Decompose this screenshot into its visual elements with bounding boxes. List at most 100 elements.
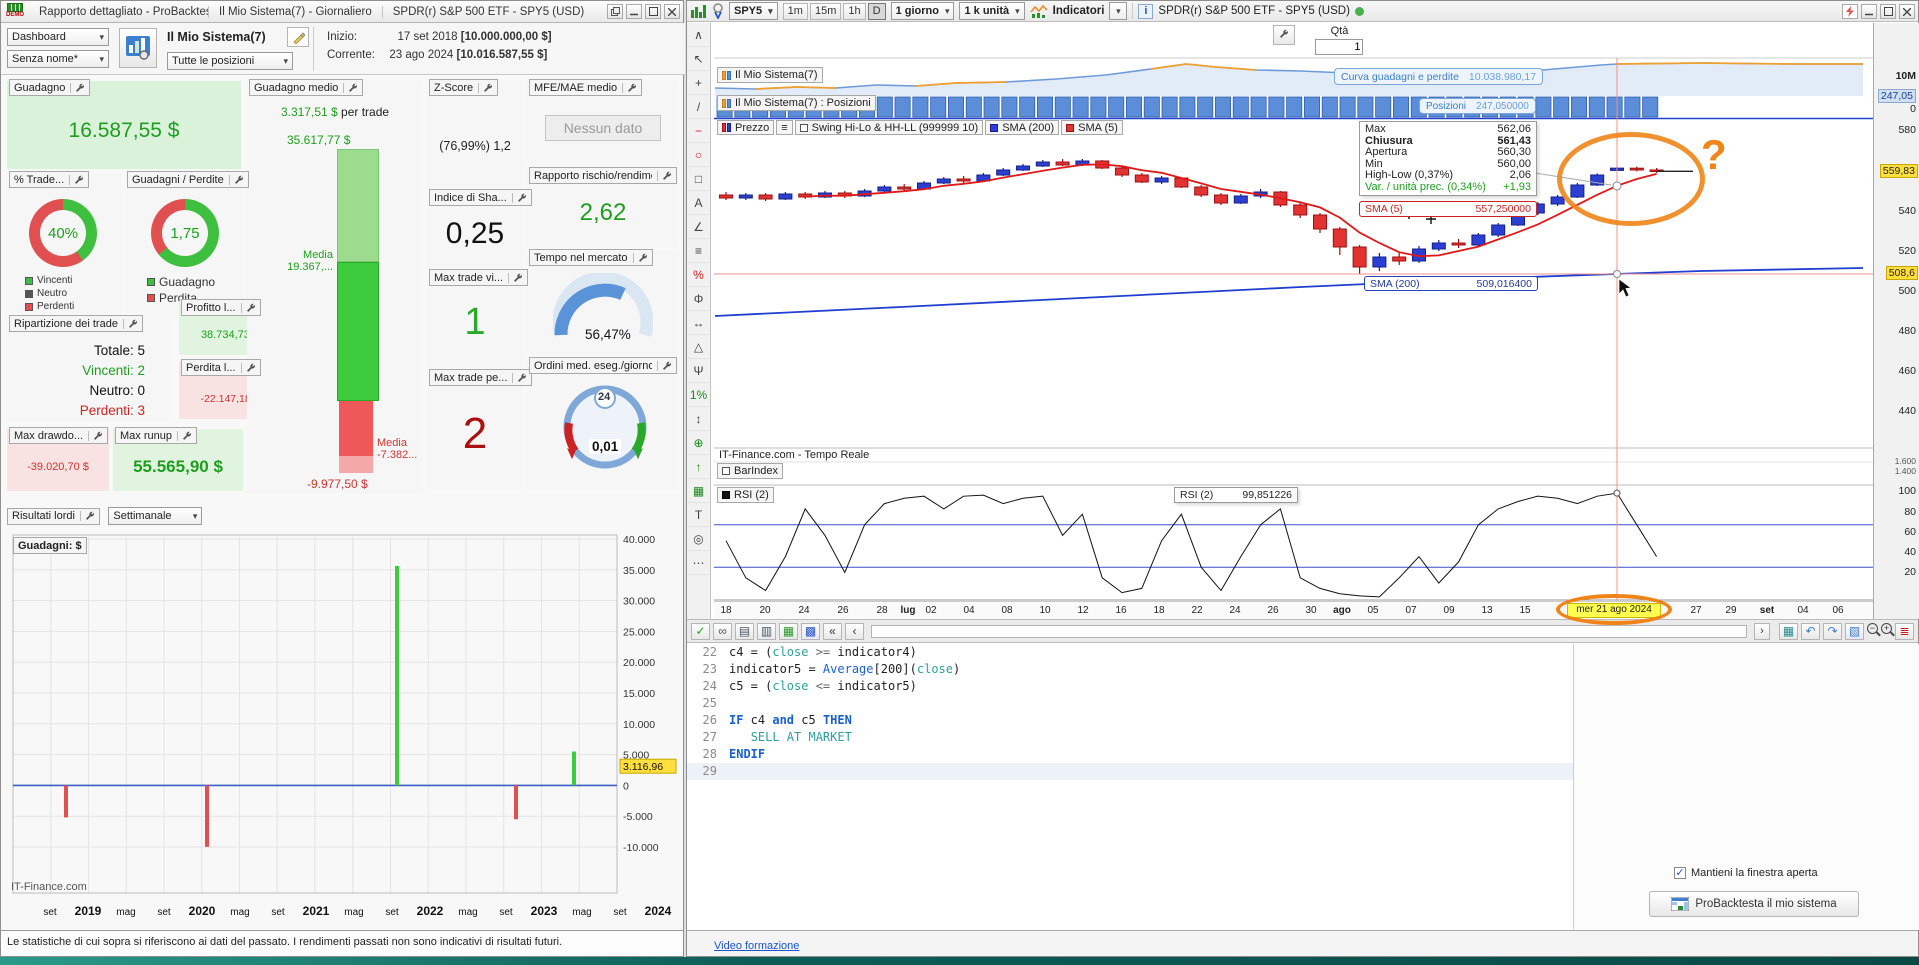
- growth-tool-icon[interactable]: 1%: [687, 383, 710, 407]
- keep-open-checkbox[interactable]: ✓: [1674, 867, 1686, 879]
- horizontal-line-tool-icon[interactable]: −: [687, 119, 710, 143]
- table-green-icon[interactable]: ▦: [779, 622, 798, 640]
- legend-prezzo[interactable]: Prezzo: [717, 120, 775, 135]
- rsi-pane-label[interactable]: RSI (2): [717, 487, 774, 503]
- wrench-icon[interactable]: [657, 170, 672, 181]
- alert-icon[interactable]: [1842, 4, 1858, 19]
- panel-max-trade-win-header[interactable]: Max trade vi...: [429, 269, 529, 286]
- timeframe-button-1m[interactable]: 1m: [782, 2, 808, 20]
- legend-sma5[interactable]: SMA (5): [1061, 120, 1123, 135]
- units-select[interactable]: 1 k unità ▾: [959, 2, 1025, 20]
- date-axis[interactable]: mer 21 ago 2024 18 20 24 26 28 lug 02 04 08 10 12 1…: [714, 594, 1873, 625]
- chart-close-button[interactable]: [1899, 4, 1915, 19]
- timeframe-button-1h[interactable]: 1h: [843, 2, 866, 20]
- wrench-icon[interactable]: [88, 430, 103, 441]
- panel-sharpe-header[interactable]: Indice di Sha...: [429, 189, 532, 206]
- positions-pane-label[interactable]: Il Mio Sistema(7) : Posizioni: [717, 95, 876, 111]
- crosshair-tool-icon[interactable]: +: [687, 71, 710, 95]
- equity-pane-label[interactable]: Il Mio Sistema(7): [717, 67, 823, 83]
- probacktest-button[interactable]: ProBacktesta il mio sistema: [1649, 891, 1859, 917]
- copy-icon[interactable]: ▤: [735, 622, 754, 640]
- arrow-tool-icon[interactable]: ↔: [687, 311, 710, 335]
- code-editor[interactable]: 22 c4 = (close >= indicator4) 23 indicator5…: [687, 644, 1573, 930]
- panel-zscore-header[interactable]: Z-Score: [429, 79, 499, 96]
- period-select[interactable]: 1 giorno ▾: [890, 2, 955, 20]
- target-tool-icon[interactable]: ⊕: [687, 431, 710, 455]
- code-line[interactable]: 27 SELL AT MARKET: [687, 729, 1573, 746]
- wrench-icon[interactable]: [122, 318, 138, 329]
- code-line[interactable]: 23 indicator5 = Average[200](close): [687, 661, 1573, 678]
- panel-risk-reward-header[interactable]: Rapporto rischio/rendime...: [529, 167, 677, 184]
- trendline-tool-icon[interactable]: /: [687, 95, 710, 119]
- wrench-icon[interactable]: [79, 511, 95, 521]
- panel-tempo-mercato-header[interactable]: Tempo nel mercato: [529, 249, 653, 266]
- code-line[interactable]: 22 c4 = (close >= indicator4): [687, 644, 1573, 661]
- risultati-period-select[interactable]: Settimanale ▾: [108, 507, 203, 525]
- redo-icon[interactable]: ↷: [1823, 622, 1842, 640]
- panel-gp-ratio-header[interactable]: Guadagni / Perdite: [127, 171, 249, 188]
- paste-icon[interactable]: ▥: [757, 622, 776, 640]
- code-line[interactable]: 29: [687, 763, 1573, 780]
- wrench-icon[interactable]: [657, 360, 672, 371]
- scroll-right-button[interactable]: ›: [1754, 622, 1770, 640]
- wrench-icon[interactable]: [632, 252, 648, 263]
- pin-icon[interactable]: [712, 3, 724, 19]
- detach-window-button[interactable]: [607, 4, 623, 19]
- chart-plus-icon[interactable]: ▦: [687, 479, 710, 503]
- undo-icon[interactable]: ↶: [1801, 622, 1820, 640]
- maximize-button[interactable]: [645, 4, 661, 19]
- angle-tool-icon[interactable]: ∠: [687, 215, 710, 239]
- qty-input[interactable]: [1315, 39, 1364, 55]
- wrench-icon[interactable]: [176, 430, 192, 441]
- panel-guadagno-header[interactable]: Guadagno: [9, 79, 91, 96]
- percent-tool-icon[interactable]: %: [687, 263, 710, 287]
- timeframe-button-15m[interactable]: 15m: [809, 2, 842, 20]
- wrench-icon[interactable]: [511, 192, 527, 203]
- indicators-button[interactable]: Indicatori: [1053, 5, 1105, 17]
- positions-filter-select[interactable]: Tutte le posizioni ▾: [167, 52, 293, 70]
- dashboard-select[interactable]: Dashboard ▾: [7, 28, 109, 46]
- price-axis[interactable]: 10M 247,05 0 580 559,83 540 520 508,6 500 480 460 4…: [1873, 23, 1919, 619]
- panel-max-trade-lose-header[interactable]: Max trade pe...: [429, 369, 533, 386]
- edit-chart-icon[interactable]: ▧: [1845, 622, 1864, 640]
- more-tools-icon[interactable]: ⋯: [687, 551, 710, 575]
- panel-guadagno-medio-header[interactable]: Guadagno medio: [249, 79, 364, 96]
- triangle-tool-icon[interactable]: △: [687, 335, 710, 359]
- wrench-icon[interactable]: [228, 174, 244, 185]
- symbol-select[interactable]: SPY5 ▾: [729, 2, 778, 20]
- wrench-icon[interactable]: [240, 302, 256, 313]
- info-icon[interactable]: i: [1138, 3, 1154, 19]
- pointer-tool-icon[interactable]: ↖: [687, 47, 710, 71]
- chart-maximize-button[interactable]: [1880, 4, 1896, 19]
- video-formazione-link[interactable]: Video formazione: [714, 940, 799, 952]
- chart-menu-icon[interactable]: ≣: [1895, 622, 1914, 640]
- rectangle-tool-icon[interactable]: □: [687, 167, 710, 191]
- panel-pct-trade-header[interactable]: % Trade...: [9, 171, 90, 188]
- wrench-icon[interactable]: [240, 362, 256, 373]
- report-titlebar[interactable]: DEMO Rapporto dettagliato - ProBacktest …: [1, 1, 683, 23]
- ruler-tool-icon[interactable]: ≡: [687, 239, 710, 263]
- barindex-checkbox[interactable]: BarIndex: [717, 463, 784, 479]
- wrench-icon[interactable]: [70, 82, 85, 93]
- order-settings-button[interactable]: [1273, 25, 1295, 45]
- zoom-out-icon[interactable]: −: [1867, 622, 1878, 634]
- code-line[interactable]: 28 ENDIF: [687, 746, 1573, 763]
- note-tool-icon[interactable]: T: [687, 503, 710, 527]
- layout-select[interactable]: Senza nome* ▾: [7, 50, 109, 68]
- price-chart-canvas[interactable]: [714, 56, 1873, 601]
- data-table-icon[interactable]: ▦: [1779, 622, 1798, 640]
- scroll-up-icon[interactable]: ∧: [687, 23, 710, 47]
- results-chart-canvas[interactable]: 40.000 35.000 30.000 25.000 20.000 15.000 10.0…: [5, 531, 683, 927]
- collapse-left-icon[interactable]: «: [823, 622, 842, 640]
- wrench-icon[interactable]: [512, 372, 527, 383]
- wrench-icon[interactable]: [622, 82, 637, 93]
- panel-ripartizione-header[interactable]: Ripartizione dei trade: [9, 315, 143, 332]
- zoom-tool-icon[interactable]: ◎: [687, 527, 710, 551]
- indicators-dropdown[interactable]: ▾: [1109, 2, 1128, 20]
- panel-mfe-mae-header[interactable]: MFE/MAE medio: [529, 79, 643, 96]
- step-left-icon[interactable]: ‹: [845, 622, 864, 640]
- code-line[interactable]: 24 c5 = (close <= indicator5): [687, 678, 1573, 695]
- panel-profitto-header[interactable]: Profitto l...: [181, 299, 261, 316]
- pitchfork-tool-icon[interactable]: Ψ: [687, 359, 710, 383]
- report-settings-button[interactable]: [119, 28, 157, 68]
